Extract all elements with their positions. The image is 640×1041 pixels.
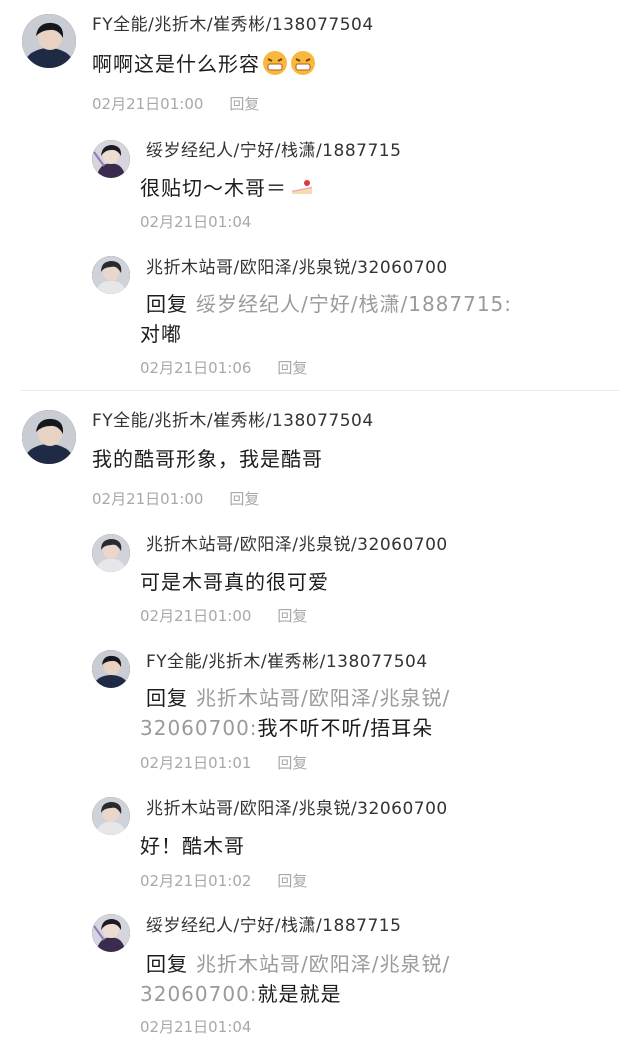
- reply-button[interactable]: 回复: [277, 359, 307, 377]
- reply-button[interactable]: 回复: [229, 490, 259, 508]
- grimacing-face-emoji-icon: [290, 50, 316, 76]
- avatar[interactable]: [92, 534, 130, 572]
- avatar[interactable]: [22, 14, 76, 68]
- reply-button[interactable]: 回复: [277, 754, 307, 772]
- reply-meta: 02月21日01:04: [140, 212, 251, 232]
- reply-author[interactable]: 兆折木站哥/欧阳泽/兆泉锐/32060700: [146, 798, 448, 820]
- reply-meta: 02月21日01:04: [140, 1017, 251, 1037]
- comment-meta: 02月21日01:00 回复: [92, 94, 259, 114]
- timestamp: 02月21日01:06: [140, 359, 252, 377]
- reply-text-line-1: 回复 绥岁经纪人/宁好/栈潇/1887715:: [146, 288, 512, 320]
- comment-text: 我的酷哥形象，我是酷哥: [92, 447, 323, 471]
- timestamp: 02月21日01:04: [140, 213, 252, 231]
- avatar[interactable]: [92, 797, 130, 835]
- reply-text-line-2: 32060700:我不听不听/捂耳朵: [140, 712, 433, 744]
- timestamp: 02月21日01:02: [140, 872, 252, 890]
- reply-author[interactable]: 绥岁经纪人/宁好/栈潇/1887715: [146, 140, 401, 162]
- comment-meta: 02月21日01:00 回复: [92, 489, 259, 509]
- comment-author[interactable]: FY全能/兆折木/崔秀彬/138077504: [92, 14, 374, 36]
- reply-author[interactable]: 兆折木站哥/欧阳泽/兆泉锐/32060700: [146, 257, 448, 279]
- reply-to-label: 回复: [146, 686, 188, 710]
- reply-text-line-2: 32060700:就是就是: [140, 978, 342, 1010]
- reply-author[interactable]: 绥岁经纪人/宁好/栈潇/1887715: [146, 915, 401, 937]
- reply-text-line-2: 对嘟: [140, 322, 182, 346]
- timestamp: 02月21日01:01: [140, 754, 252, 772]
- reply-body: 很贴切～木哥＝: [140, 176, 287, 200]
- reply-button[interactable]: 回复: [229, 95, 259, 113]
- reply-author[interactable]: 兆折木站哥/欧阳泽/兆泉锐/32060700: [146, 534, 448, 556]
- timestamp: 02月21日01:00: [140, 607, 252, 625]
- mention-link[interactable]: 兆折木站哥/欧阳泽/兆泉锐/: [196, 686, 450, 710]
- avatar[interactable]: [22, 410, 76, 464]
- avatar[interactable]: [92, 140, 130, 178]
- timestamp: 02月21日01:00: [92, 95, 204, 113]
- comment-text: 啊啊这是什么形容: [92, 48, 316, 80]
- reply-button[interactable]: 回复: [277, 607, 307, 625]
- mention-link[interactable]: 绥岁经纪人/宁好/栈潇/1887715:: [196, 292, 512, 316]
- reply-button[interactable]: 回复: [277, 872, 307, 890]
- cake-emoji-icon: [289, 174, 315, 200]
- mention-link-continued[interactable]: 32060700:: [140, 982, 258, 1006]
- reply-to-label: 回复: [146, 952, 188, 976]
- reply-meta: 02月21日01:01 回复: [140, 753, 307, 773]
- reply-body: 我不听不听/捂耳朵: [257, 716, 434, 740]
- reply-meta: 02月21日01:02 回复: [140, 871, 307, 891]
- reply-to-label: 回复: [146, 292, 188, 316]
- avatar[interactable]: [92, 256, 130, 294]
- comment-body: 啊啊这是什么形容: [92, 52, 260, 76]
- avatar[interactable]: [92, 650, 130, 688]
- reply-meta: 02月21日01:00 回复: [140, 606, 307, 626]
- grimacing-face-emoji-icon: [262, 50, 288, 76]
- reply-text-line-1: 回复 兆折木站哥/欧阳泽/兆泉锐/: [146, 948, 450, 980]
- reply-text-line-1: 回复 兆折木站哥/欧阳泽/兆泉锐/: [146, 682, 450, 714]
- reply-text: 很贴切～木哥＝: [140, 172, 315, 204]
- timestamp: 02月21日01:04: [140, 1018, 252, 1036]
- timestamp: 02月21日01:00: [92, 490, 204, 508]
- reply-body: 就是就是: [257, 982, 342, 1006]
- reply-author[interactable]: FY全能/兆折木/崔秀彬/138077504: [146, 651, 428, 673]
- mention-link-continued[interactable]: 32060700:: [140, 716, 258, 740]
- reply-text: 可是木哥真的很可爱: [140, 570, 329, 594]
- mention-link[interactable]: 兆折木站哥/欧阳泽/兆泉锐/: [196, 952, 450, 976]
- avatar[interactable]: [92, 914, 130, 952]
- reply-meta: 02月21日01:06 回复: [140, 358, 307, 378]
- reply-text: 好！酷木哥: [140, 834, 245, 858]
- thread-divider: [20, 390, 620, 391]
- comment-author[interactable]: FY全能/兆折木/崔秀彬/138077504: [92, 410, 374, 432]
